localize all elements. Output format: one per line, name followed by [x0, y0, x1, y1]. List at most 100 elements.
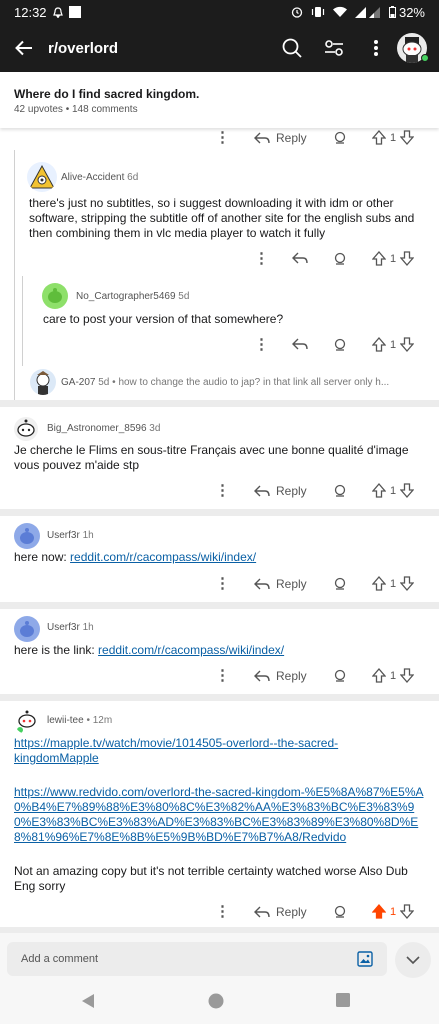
reply-button[interactable]: Reply — [254, 669, 307, 683]
comment-more-button[interactable]: ⋮ — [215, 666, 230, 684]
comment-body: Je cherche le Flims en sous-titre França… — [14, 443, 409, 472]
comment-separator — [0, 509, 439, 516]
snoo-avatar-icon — [17, 710, 36, 733]
user-avatar[interactable] — [14, 708, 40, 734]
comment-username[interactable]: No_Cartographer5469 5d — [76, 291, 189, 302]
wifi-icon — [332, 6, 347, 17]
comment-more-button[interactable]: ⋮ — [254, 335, 269, 353]
collapsed-comment[interactable]: GA-207 5d • how to change the audio to j… — [61, 377, 423, 388]
sort-icon — [325, 40, 343, 56]
redvido-link[interactable]: https://www.redvido.com/overlord-the-sac… — [14, 785, 424, 844]
award-icon[interactable] — [333, 669, 347, 683]
image-upload-icon[interactable] — [357, 951, 373, 967]
mapple-link[interactable]: https://mapple.tv/watch/movie/1014505-ov… — [14, 736, 338, 765]
comment-username[interactable]: lewii-tee • 12m — [47, 715, 112, 726]
downvote-icon[interactable] — [400, 904, 415, 919]
overflow-menu-button[interactable] — [355, 24, 397, 72]
vote-control: 1 — [372, 483, 415, 498]
reply-button[interactable]: Reply — [254, 905, 307, 919]
post-header[interactable]: Where do I find sacred kingdom. 42 upvot… — [0, 72, 439, 128]
notification-icon — [52, 6, 63, 18]
signal-icon — [354, 7, 380, 18]
comment-body: there's just no subtitles, so i suggest … — [29, 196, 415, 240]
comment-more-button[interactable]: ⋮ — [215, 481, 230, 499]
arrow-left-icon — [15, 40, 32, 56]
user-avatar[interactable] — [14, 417, 38, 441]
reply-button[interactable]: Reply — [254, 577, 307, 591]
comment-input-placeholder: Add a comment — [21, 953, 99, 965]
award-icon[interactable] — [333, 131, 347, 145]
snoo-avatar-icon — [17, 419, 35, 437]
reply-icon[interactable] — [292, 338, 308, 350]
comment-username[interactable]: Alive-Accident 6d — [61, 172, 138, 183]
reply-icon — [254, 485, 270, 497]
comment-more-button[interactable]: ⋮ — [215, 902, 230, 920]
thread-line[interactable] — [22, 276, 23, 366]
downvote-icon[interactable] — [400, 130, 415, 145]
more-vertical-icon — [374, 40, 378, 56]
comment-body: here is the link: reddit.com/r/cacompass… — [14, 643, 285, 657]
reply-button[interactable]: Reply — [254, 484, 307, 498]
user-avatar[interactable] — [14, 523, 40, 549]
reply-icon[interactable] — [292, 252, 308, 264]
app-notification-icon — [68, 6, 81, 18]
downvote-icon[interactable] — [400, 251, 415, 266]
upvote-icon[interactable] — [372, 483, 386, 498]
award-icon[interactable] — [333, 905, 347, 919]
comment-username[interactable]: Big_Astronomer_8596 3d — [47, 423, 160, 434]
comment-username[interactable]: Userf3r 1h — [47, 622, 94, 633]
comment-body: https://mapple.tv/watch/movie/1014505-ov… — [14, 736, 344, 766]
user-avatar[interactable] — [14, 616, 40, 642]
downvote-icon[interactable] — [400, 668, 415, 683]
comment-more-button[interactable]: ⋮ — [254, 249, 269, 267]
downvote-icon[interactable] — [400, 576, 415, 591]
comment-input[interactable]: Add a comment — [7, 942, 387, 976]
award-icon[interactable] — [333, 252, 347, 266]
vote-control: 1 — [372, 904, 415, 919]
user-avatar[interactable] — [42, 283, 68, 309]
comment-username[interactable]: Userf3r 1h — [47, 530, 94, 541]
upvote-icon[interactable] — [372, 904, 386, 919]
app-bar: r/overlord — [0, 24, 439, 72]
comment-separator — [0, 602, 439, 609]
back-button[interactable] — [0, 24, 48, 72]
downvote-icon[interactable] — [400, 337, 415, 352]
wiki-link[interactable]: reddit.com/r/cacompass/wiki/index/ — [70, 550, 256, 564]
vote-control: 1 — [372, 130, 415, 145]
chevron-down-icon — [406, 955, 420, 964]
expand-button[interactable] — [395, 942, 431, 978]
reply-icon — [254, 906, 270, 918]
vote-count: 1 — [390, 905, 397, 918]
subreddit-title[interactable]: r/overlord — [48, 40, 271, 57]
comment-body: https://www.redvido.com/overlord-the-sac… — [14, 785, 424, 845]
vote-count: 1 — [390, 252, 397, 265]
upvote-icon[interactable] — [372, 576, 386, 591]
upvote-icon[interactable] — [372, 337, 386, 352]
comment-more-button[interactable]: ⋮ — [215, 128, 230, 146]
upvote-icon[interactable] — [372, 668, 386, 683]
status-bar: 12:32 32% — [0, 0, 439, 24]
upvote-icon[interactable] — [372, 130, 386, 145]
award-icon[interactable] — [333, 338, 347, 352]
search-button[interactable] — [271, 24, 313, 72]
vibrate-icon — [311, 7, 325, 17]
nav-back-icon[interactable] — [81, 993, 95, 1009]
sort-button[interactable] — [313, 24, 355, 72]
upvote-icon[interactable] — [372, 251, 386, 266]
comment-more-button[interactable]: ⋮ — [215, 574, 230, 592]
bottom-bar: Add a comment — [0, 933, 439, 1024]
battery-percent: 32% — [398, 4, 425, 20]
reply-icon — [254, 670, 270, 682]
thread-line[interactable] — [14, 150, 15, 400]
status-time: 12:32 — [14, 4, 47, 20]
award-icon[interactable] — [333, 484, 347, 498]
downvote-icon[interactable] — [400, 483, 415, 498]
award-icon[interactable] — [333, 577, 347, 591]
nav-recents-icon[interactable] — [336, 993, 350, 1007]
user-avatar[interactable] — [27, 162, 57, 192]
reply-button[interactable]: Reply — [254, 131, 307, 145]
nav-home-icon[interactable] — [208, 993, 224, 1009]
user-avatar[interactable] — [30, 369, 56, 395]
wiki-link[interactable]: reddit.com/r/cacompass/wiki/index/ — [98, 643, 284, 657]
comment-separator — [0, 694, 439, 701]
